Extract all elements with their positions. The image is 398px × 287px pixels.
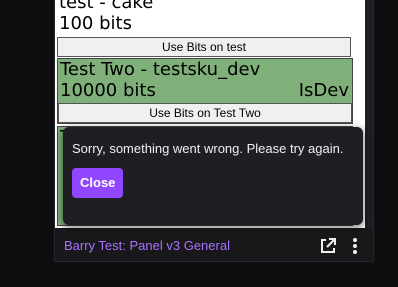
panel-footer: Barry Test: Panel v3 General <box>55 230 373 261</box>
product-card: test - cake 100 bits Use Bits on test <box>57 0 353 57</box>
product-cost: 100 bits <box>59 13 132 34</box>
close-button[interactable]: Close <box>72 168 124 198</box>
more-options-icon[interactable] <box>351 236 359 256</box>
use-bits-button[interactable]: Use Bits on test <box>57 37 351 57</box>
product-card: Test Two - testsku_dev 10000 bits IsDev … <box>57 58 353 124</box>
error-message: Sorry, something went wrong. Please try … <box>72 141 344 156</box>
panel-scrollbar[interactable] <box>365 0 373 228</box>
extension-title-link[interactable]: Barry Test: Panel v3 General <box>64 238 230 253</box>
product-name: Test Two - testsku_dev <box>60 59 261 80</box>
popout-icon[interactable] <box>319 237 337 255</box>
product-dev-flag: IsDev <box>298 80 349 101</box>
error-toast: Sorry, something went wrong. Please try … <box>63 127 363 225</box>
use-bits-button[interactable]: Use Bits on Test Two <box>58 103 352 123</box>
product-cost: 10000 bits <box>60 80 156 101</box>
product-name: test - cake <box>59 0 154 13</box>
